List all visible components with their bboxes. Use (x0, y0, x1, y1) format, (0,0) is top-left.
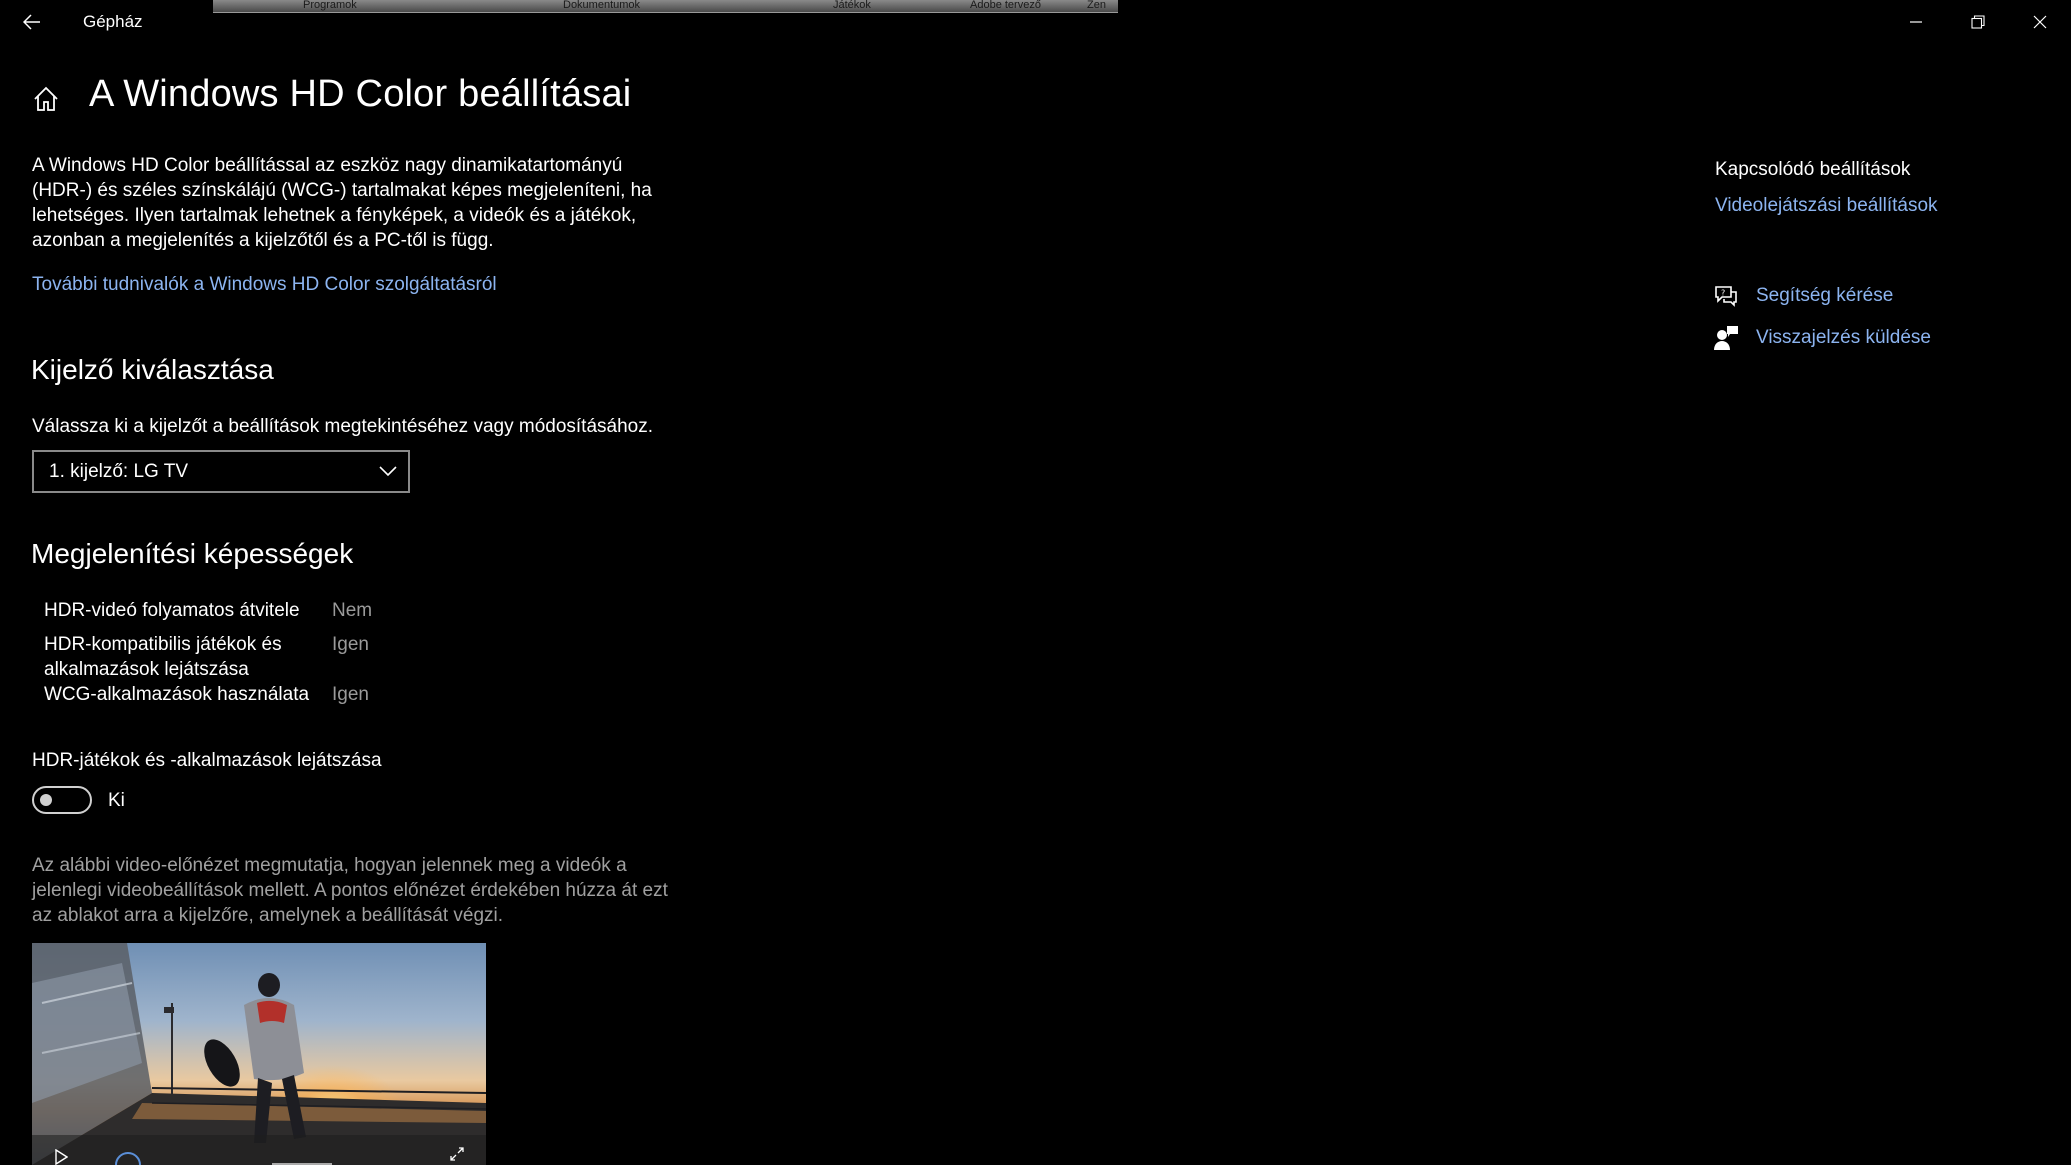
taskbar-strip: Programok Dokumentumok Játékok Adobe ter… (213, 0, 1118, 13)
hdr-toggle-state: Ki (108, 790, 125, 811)
capability-name: WCG-alkalmazások használata (44, 684, 310, 705)
capability-value: Igen (332, 684, 369, 705)
capability-name: HDR-kompatibilis játékok és alkalmazások… (44, 634, 282, 680)
video-frame-image (32, 943, 486, 1165)
minimize-icon (1910, 21, 1922, 23)
fullscreen-icon[interactable] (450, 1147, 464, 1161)
restore-icon (1971, 15, 1985, 29)
send-feedback-link[interactable]: Visszajelzés küldése (1713, 323, 1931, 353)
back-button[interactable] (14, 6, 50, 38)
video-playback-settings-link[interactable]: Videolejátszási beállítások (1715, 195, 1938, 217)
title-bar: Gépház Programok Dokumentumok Játékok Ad… (0, 0, 2071, 44)
app-title: Gépház (83, 12, 143, 31)
preview-description: Az alábbi video-előnézet megmutatja, hog… (32, 855, 668, 926)
taskstrip-item[interactable]: Dokumentumok (563, 0, 640, 11)
page-title: A Windows HD Color beállításai (89, 73, 632, 115)
help-chat-icon: ? (1715, 286, 1737, 307)
get-help-link[interactable]: ? Segítség kérése (1713, 281, 1893, 311)
close-icon (2033, 15, 2047, 29)
chevron-down-icon (379, 466, 397, 477)
capability-value: Nem (332, 600, 373, 621)
hdr-toggle-label: HDR-játékok és -alkalmazások lejátszása (32, 750, 382, 771)
display-dropdown-value: 1. kijelző: LG TV (49, 461, 189, 482)
learn-more-link[interactable]: További tudnivalók a Windows HD Color sz… (32, 274, 497, 296)
get-help-label: Segítség kérése (1756, 285, 1894, 306)
feedback-person-icon (1714, 326, 1738, 350)
capability-name: HDR-videó folyamatos átvitele (44, 600, 300, 621)
back-arrow-icon (23, 14, 40, 30)
display-dropdown[interactable]: 1. kijelző: LG TV (32, 450, 410, 493)
display-select-label: Válassza ki a kijelzőt a beállítások meg… (32, 416, 653, 437)
capabilities-heading: Megjelenítési képességek (31, 538, 354, 569)
taskstrip-item[interactable]: Zen (1087, 0, 1106, 11)
volume-knob-icon[interactable] (114, 1151, 142, 1165)
hdr-toggle-switch[interactable] (32, 786, 92, 814)
page-description: A Windows HD Color beállítással az eszkö… (32, 155, 652, 251)
taskstrip-item[interactable]: Programok (303, 0, 357, 11)
taskstrip-item[interactable]: Adobe tervező (970, 0, 1041, 11)
capability-value: Igen (332, 634, 369, 655)
play-icon[interactable] (54, 1149, 68, 1165)
svg-text:?: ? (1721, 289, 1725, 298)
close-button[interactable] (2009, 0, 2071, 44)
video-controls (32, 1135, 486, 1165)
restore-button[interactable] (1947, 0, 2009, 44)
minimize-button[interactable] (1885, 0, 1947, 44)
home-icon[interactable] (31, 84, 61, 114)
related-settings-title: Kapcsolódó beállítások (1715, 159, 1911, 180)
video-preview[interactable] (32, 943, 486, 1165)
toggle-knob (40, 794, 52, 806)
send-feedback-label: Visszajelzés küldése (1756, 327, 1931, 348)
display-select-heading: Kijelző kiválasztása (31, 354, 274, 385)
taskstrip-item[interactable]: Játékok (833, 0, 871, 11)
